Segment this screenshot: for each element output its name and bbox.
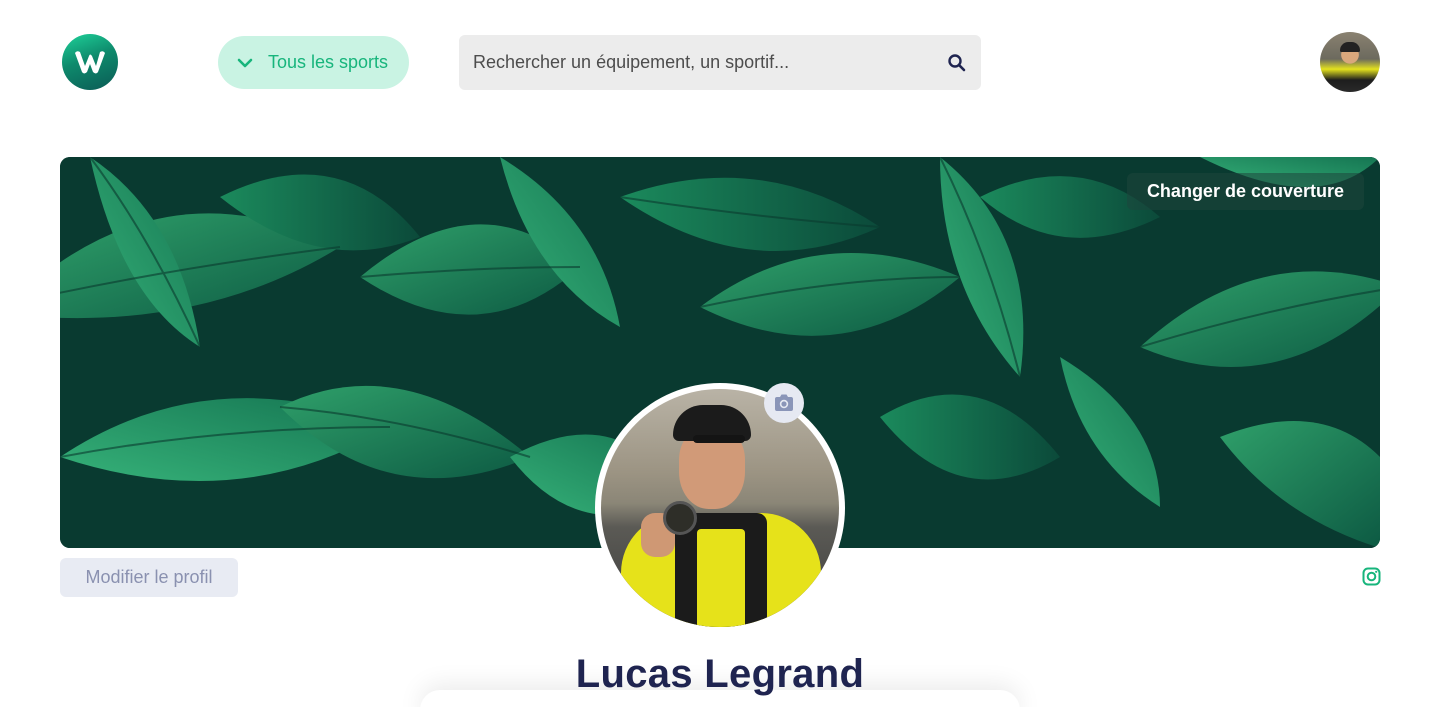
brand-logo[interactable]: [62, 34, 118, 90]
search-bar: [459, 35, 981, 90]
sports-filter-button[interactable]: Tous les sports: [218, 36, 409, 89]
photo-medal: [663, 501, 697, 535]
change-cover-button[interactable]: Changer de couverture: [1126, 173, 1364, 210]
search-icon[interactable]: [947, 53, 967, 73]
instagram-icon[interactable]: [1362, 567, 1381, 586]
chevron-down-icon: [236, 54, 254, 72]
avatar[interactable]: [1320, 32, 1380, 92]
profile-photo-image: [601, 389, 839, 627]
avatar-cap: [1340, 42, 1360, 52]
profile-name: Lucas Legrand: [575, 652, 865, 696]
search-input[interactable]: [473, 52, 947, 73]
w-logo-icon: [75, 51, 105, 74]
edit-profile-button[interactable]: Modifier le profil: [60, 558, 238, 597]
photo-vest-center: [697, 529, 745, 627]
photo-cap-brim: [693, 435, 745, 443]
profile-photo[interactable]: [595, 383, 845, 633]
sports-filter-label: Tous les sports: [268, 52, 389, 72]
camera-icon: [775, 394, 793, 411]
change-photo-button[interactable]: [764, 383, 804, 423]
